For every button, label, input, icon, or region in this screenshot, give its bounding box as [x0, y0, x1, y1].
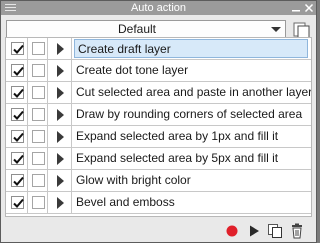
enable-checkbox[interactable]: [11, 174, 24, 187]
action-label[interactable]: Bevel and emboss: [76, 192, 311, 213]
action-row[interactable]: Glow with bright color: [6, 170, 311, 192]
action-label[interactable]: Glow with bright color: [76, 170, 311, 191]
enable-cell: [6, 148, 28, 169]
duplicate-icon: [268, 224, 282, 238]
play-button[interactable]: [246, 223, 262, 239]
expand-cell: [48, 60, 72, 81]
checkmark-icon: [13, 176, 24, 186]
enable-cell: [6, 38, 28, 59]
enable-cell: [6, 192, 28, 213]
play-icon: [250, 225, 259, 237]
chevron-down-icon: [271, 27, 281, 32]
enable-checkbox[interactable]: [11, 64, 24, 77]
enable-cell: [6, 126, 28, 147]
action-label[interactable]: Expand selected area by 5px and fill it: [76, 148, 311, 169]
expand-cell: [48, 192, 72, 213]
expand-cell: [48, 104, 72, 125]
dialog-toggle[interactable]: [32, 42, 45, 55]
action-list: Create draft layer Create dot tone layer: [5, 37, 312, 217]
enable-checkbox[interactable]: [11, 42, 24, 55]
checkmark-icon: [13, 198, 24, 208]
dialog-toggle[interactable]: [32, 152, 45, 165]
action-label[interactable]: Create dot tone layer: [76, 60, 311, 81]
minimize-icon[interactable]: [291, 3, 301, 13]
dialog-toggle[interactable]: [32, 196, 45, 209]
expand-cell: [48, 82, 72, 103]
panel-title-bar[interactable]: Auto action: [1, 1, 316, 15]
expand-cell: [48, 148, 72, 169]
action-row[interactable]: Cut selected area and paste in another l…: [6, 82, 311, 104]
dialog-cell: [28, 82, 48, 103]
enable-cell: [6, 82, 28, 103]
dialog-toggle[interactable]: [32, 108, 45, 121]
action-row[interactable]: Create dot tone layer: [6, 60, 311, 82]
expand-arrow-icon[interactable]: [57, 87, 64, 99]
action-label[interactable]: Draw by rounding corners of selected are…: [76, 104, 311, 125]
expand-cell: [48, 38, 72, 59]
checkmark-icon: [13, 110, 24, 120]
close-icon[interactable]: [304, 3, 314, 13]
expand-arrow-icon[interactable]: [57, 153, 64, 165]
action-row[interactable]: Draw by rounding corners of selected are…: [6, 104, 311, 126]
expand-arrow-icon[interactable]: [57, 65, 64, 77]
dialog-cell: [28, 170, 48, 191]
dialog-toggle[interactable]: [32, 130, 45, 143]
dialog-toggle[interactable]: [32, 174, 45, 187]
checkmark-icon: [13, 66, 24, 76]
expand-cell: [48, 170, 72, 191]
trash-icon: [292, 223, 302, 239]
auto-action-panel: Auto action Default Create draft layer C…: [0, 0, 317, 243]
enable-cell: [6, 170, 28, 191]
enable-checkbox[interactable]: [11, 86, 24, 99]
enable-checkbox[interactable]: [11, 196, 24, 209]
action-row[interactable]: Expand selected area by 1px and fill it: [6, 126, 311, 148]
checkmark-icon: [13, 44, 24, 54]
expand-arrow-icon[interactable]: [57, 197, 64, 209]
expand-arrow-icon[interactable]: [57, 131, 64, 143]
checkmark-icon: [13, 88, 24, 98]
enable-cell: [6, 60, 28, 81]
expand-cell: [48, 126, 72, 147]
action-row[interactable]: Expand selected area by 5px and fill it: [6, 148, 311, 170]
action-toolbar: [1, 219, 316, 242]
expand-arrow-icon[interactable]: [57, 175, 64, 187]
delete-button[interactable]: [289, 223, 305, 239]
action-label[interactable]: Expand selected area by 1px and fill it: [76, 126, 311, 147]
dialog-toggle[interactable]: [32, 64, 45, 77]
enable-checkbox[interactable]: [11, 130, 24, 143]
dialog-cell: [28, 126, 48, 147]
enable-checkbox[interactable]: [11, 108, 24, 121]
checkmark-icon: [13, 132, 24, 142]
record-icon: [226, 225, 238, 237]
action-set-value: Default: [117, 22, 157, 36]
dialog-cell: [28, 104, 48, 125]
dialog-toggle[interactable]: [32, 86, 45, 99]
expand-arrow-icon[interactable]: [57, 109, 64, 121]
expand-arrow-icon[interactable]: [57, 43, 64, 55]
action-row[interactable]: Bevel and emboss: [6, 192, 311, 214]
record-button[interactable]: [224, 223, 240, 239]
enable-cell: [6, 104, 28, 125]
dialog-cell: [28, 192, 48, 213]
panel-title: Auto action: [130, 2, 187, 14]
checkmark-icon: [13, 154, 24, 164]
enable-checkbox[interactable]: [11, 152, 24, 165]
dialog-cell: [28, 148, 48, 169]
action-row[interactable]: Create draft layer: [6, 38, 311, 60]
duplicate-button[interactable]: [267, 223, 283, 239]
dialog-cell: [28, 60, 48, 81]
action-label[interactable]: Cut selected area and paste in another l…: [76, 82, 311, 103]
action-label[interactable]: Create draft layer: [74, 39, 308, 58]
dialog-cell: [28, 38, 48, 59]
